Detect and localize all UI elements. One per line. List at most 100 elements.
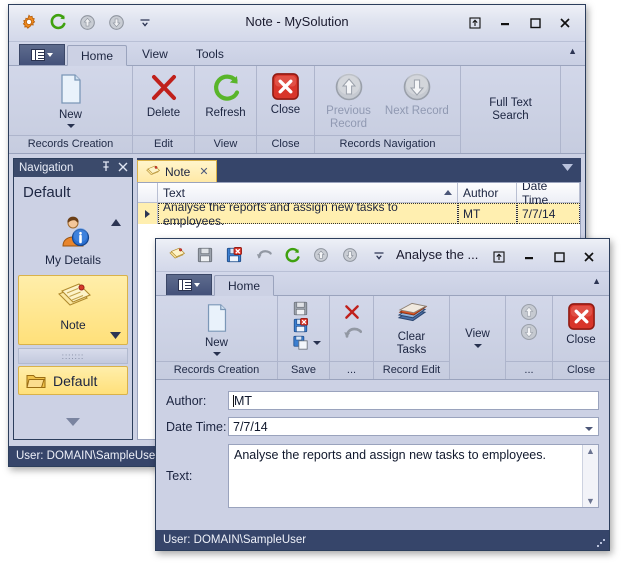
- save-and-close-button[interactable]: [289, 317, 312, 334]
- save-and-new-button[interactable]: [289, 334, 325, 351]
- restore-layout-button[interactable]: [461, 11, 489, 35]
- status-user-text: User: DOMAIN\SampleUser: [16, 450, 160, 462]
- customize-qat-icon[interactable]: [367, 243, 391, 267]
- chevron-down-icon: [194, 283, 200, 287]
- arrow-down-circle-icon: [520, 323, 538, 341]
- chevron-down-icon[interactable]: [312, 340, 321, 345]
- ribbon-group-records-creation: New Records Creation: [9, 66, 133, 153]
- close-panel-icon[interactable]: [118, 162, 128, 175]
- delete-button-label: Delete: [146, 107, 181, 119]
- previous-record-icon[interactable]: [309, 243, 333, 267]
- text-field-scrollbar[interactable]: ▲ ▼: [582, 445, 598, 507]
- previous-record-icon[interactable]: [75, 10, 99, 34]
- close-icon[interactable]: ✕: [199, 165, 208, 178]
- text-field[interactable]: Analyse the reports and assign new tasks…: [228, 444, 599, 508]
- navigation-scroll-down[interactable]: [14, 413, 132, 431]
- document-tabs-menu-icon[interactable]: [562, 158, 573, 176]
- note-icon[interactable]: [164, 243, 188, 267]
- resize-grip[interactable]: [596, 538, 606, 548]
- restore-layout-button[interactable]: [485, 245, 513, 269]
- table-row[interactable]: Analyse the reports and assign new tasks…: [138, 200, 580, 228]
- ribbon-group-record-edit: Clear Tasks Record Edit: [374, 296, 450, 379]
- datetime-field[interactable]: 7/7/14: [228, 417, 599, 436]
- grid-column-datetime[interactable]: Date Time: [517, 183, 580, 207]
- ribbon-group-navigation-misc: ...: [506, 296, 553, 379]
- nav-item-my-details[interactable]: My Details: [18, 208, 128, 272]
- close-button[interactable]: [575, 245, 603, 269]
- next-record-button[interactable]: Next Record: [378, 70, 456, 118]
- full-text-search-button[interactable]: Full Text Search: [482, 95, 539, 123]
- application-menu-button[interactable]: [166, 274, 212, 295]
- ribbon-group-edit: Delete Edit: [133, 66, 195, 153]
- delete-button[interactable]: [338, 302, 366, 322]
- maximize-button[interactable]: [521, 11, 549, 35]
- previous-record-button[interactable]: [516, 302, 542, 322]
- tab-home[interactable]: Home: [67, 45, 128, 66]
- document-tab-note[interactable]: Note ✕: [137, 160, 217, 182]
- close-record-button[interactable]: Close: [259, 70, 313, 117]
- sort-ascending-icon: [444, 190, 452, 195]
- maximize-button[interactable]: [545, 245, 573, 269]
- cell-text[interactable]: Analyse the reports and assign new tasks…: [158, 200, 458, 228]
- minimize-button[interactable]: [515, 245, 543, 269]
- grid-column-author[interactable]: Author: [458, 183, 517, 203]
- document-tab-label: Note: [165, 164, 191, 179]
- refresh-icon[interactable]: [280, 243, 304, 267]
- undo-button[interactable]: [338, 322, 366, 344]
- close-button[interactable]: [551, 11, 579, 35]
- new-button[interactable]: New: [190, 300, 244, 357]
- ribbon-group-edit-misc: ...: [330, 296, 374, 379]
- nav-item-default[interactable]: Default: [18, 366, 128, 395]
- scroll-up-icon[interactable]: ▲: [586, 445, 595, 457]
- datetime-value: 7/7/14: [233, 419, 268, 434]
- tab-home[interactable]: Home: [214, 275, 275, 296]
- next-record-button[interactable]: [516, 322, 542, 342]
- child-status-bar: User: DOMAIN\SampleUser: [156, 530, 609, 550]
- delete-x-icon: [344, 305, 359, 319]
- clear-tasks-button[interactable]: Clear Tasks: [385, 300, 439, 357]
- ribbon-group-close: Close Close: [553, 296, 609, 379]
- navigation-splitter[interactable]: :::::::: [18, 348, 128, 364]
- ribbon-collapse-icon[interactable]: ▲: [592, 276, 601, 286]
- minimize-button[interactable]: [491, 11, 519, 35]
- view-button-label: View: [465, 328, 490, 341]
- save-button[interactable]: [289, 300, 312, 317]
- previous-record-button[interactable]: Previous Record: [319, 70, 378, 131]
- application-menu-button[interactable]: [19, 44, 65, 65]
- customize-qat-icon[interactable]: [133, 10, 157, 34]
- next-record-icon[interactable]: [338, 243, 362, 267]
- scroll-down-icon[interactable]: ▼: [586, 495, 595, 507]
- delete-button[interactable]: Delete: [137, 70, 191, 120]
- scroll-up-icon[interactable]: [111, 215, 121, 229]
- pin-icon[interactable]: [101, 161, 111, 175]
- scroll-down-icon[interactable]: [110, 328, 121, 342]
- view-button[interactable]: View: [451, 326, 505, 348]
- child-window-titlebar[interactable]: Analyse the ...: [156, 239, 609, 272]
- child-ribbon-tabbar: Home: [156, 272, 609, 296]
- record-form: Author: MT Date Time: 7/7/14 Text: Analy…: [156, 381, 609, 528]
- options-gear-icon[interactable]: [17, 10, 41, 34]
- tab-view[interactable]: View: [129, 44, 181, 65]
- refresh-button[interactable]: Refresh: [198, 70, 252, 120]
- refresh-icon[interactable]: [46, 10, 70, 34]
- group-label-view: View: [195, 135, 256, 153]
- save-close-icon[interactable]: [222, 243, 246, 267]
- grid-column-text[interactable]: Text: [158, 183, 458, 203]
- ribbon-collapse-icon[interactable]: ▲: [568, 46, 577, 56]
- cell-author[interactable]: MT: [458, 203, 517, 224]
- undo-icon[interactable]: [251, 243, 275, 267]
- chevron-down-icon[interactable]: [585, 427, 593, 431]
- document-tabbar: Note ✕: [137, 158, 581, 182]
- group-label-edit-misc: ...: [330, 361, 373, 379]
- nav-item-note[interactable]: Note: [18, 275, 128, 345]
- close-record-button[interactable]: Close: [554, 300, 608, 347]
- group-label-records-creation: Records Creation: [9, 135, 132, 153]
- save-icon[interactable]: [193, 243, 217, 267]
- new-button[interactable]: New: [44, 70, 98, 129]
- grid-column-label: Text: [163, 185, 186, 200]
- author-field[interactable]: MT: [228, 391, 599, 410]
- next-record-icon[interactable]: [104, 10, 128, 34]
- main-window-titlebar[interactable]: Note - MySolution: [9, 5, 585, 42]
- chevron-down-icon: [212, 352, 221, 357]
- tab-tools[interactable]: Tools: [183, 44, 237, 65]
